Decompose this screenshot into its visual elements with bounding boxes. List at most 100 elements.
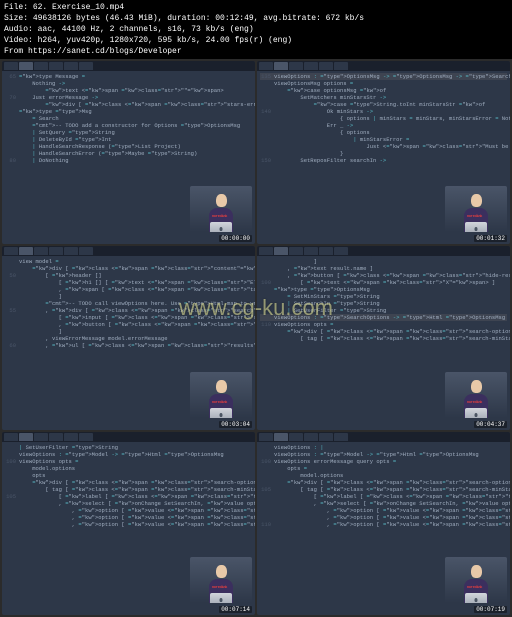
code-line: | HandleSearchError (="type">Maybe ="typ… bbox=[5, 150, 252, 157]
code-line: ] bbox=[5, 328, 252, 335]
laptop-icon bbox=[206, 222, 236, 232]
editor-tab[interactable] bbox=[274, 62, 288, 70]
code-line: , ="kw">option [ ="kw">value <="kw">span… bbox=[5, 521, 252, 528]
laptop-icon bbox=[461, 408, 491, 418]
editor-tab[interactable] bbox=[64, 62, 78, 70]
editor-tab[interactable] bbox=[259, 433, 273, 441]
code-line: view model = bbox=[5, 258, 252, 265]
code-line: , ="kw">option [ ="kw">value <="kw">span… bbox=[260, 514, 507, 521]
editor-tab[interactable] bbox=[334, 247, 348, 255]
code-line: 140 Ok minStars -> bbox=[260, 108, 507, 115]
editor-tab[interactable] bbox=[34, 247, 48, 255]
code-line: | SetUserFilter ="type">String bbox=[260, 307, 507, 314]
editor-tab[interactable] bbox=[64, 247, 78, 255]
editor-tab[interactable] bbox=[319, 247, 333, 255]
code-line: , ="kw">select [ ="kw">onChange SetSearc… bbox=[5, 500, 252, 507]
editor-tab[interactable] bbox=[49, 247, 63, 255]
thumbnail-grid: 65="kw">type Message = Nothing -> ="kw">… bbox=[0, 59, 512, 617]
code-line: 110 , ="kw">option [ ="kw">value <="kw">… bbox=[260, 521, 507, 528]
thumbnail-5[interactable]: | SetUserFilter ="type">StringviewOption… bbox=[2, 432, 255, 615]
thumbnail-2[interactable]: 135viewOptions : ="type">OptionsMsg -> =… bbox=[257, 61, 510, 244]
editor-tab[interactable] bbox=[79, 62, 93, 70]
code-line: ="kw">case ="type">String.toInt minStars… bbox=[260, 101, 507, 108]
code-line: opts bbox=[5, 472, 252, 479]
editor-tab-bar bbox=[257, 61, 510, 71]
editor-tab[interactable] bbox=[34, 62, 48, 70]
thumbnail-1[interactable]: 65="kw">type Message = Nothing -> ="kw">… bbox=[2, 61, 255, 244]
thumbnail-4[interactable]: ] , ="kw">text result.name ] , ="kw">but… bbox=[257, 246, 510, 429]
code-line: viewOptions : ="type">Model -> ="type">H… bbox=[260, 451, 507, 458]
editor-tab[interactable] bbox=[64, 433, 78, 441]
editor-tab[interactable] bbox=[4, 433, 18, 441]
thumbnail-3[interactable]: view model = ="kw">div [ ="kw">class <="… bbox=[2, 246, 255, 429]
apple-logo-icon bbox=[220, 227, 223, 231]
code-area: ] , ="kw">text result.name ] , ="kw">but… bbox=[257, 256, 510, 344]
editor-tab[interactable] bbox=[49, 62, 63, 70]
code-line: , ="kw">select [ ="kw">onChange SetSearc… bbox=[260, 500, 507, 507]
editor-tab[interactable] bbox=[319, 433, 333, 441]
editor-tab[interactable] bbox=[304, 433, 318, 441]
presenter-video: noredink bbox=[190, 186, 252, 232]
editor-tab[interactable] bbox=[274, 433, 288, 441]
code-line: 65="kw">type Message = bbox=[5, 73, 252, 80]
code-line: 135viewOptions : ="type">OptionsMsg -> =… bbox=[260, 73, 507, 80]
editor-tab[interactable] bbox=[304, 247, 318, 255]
editor-tab[interactable] bbox=[259, 247, 273, 255]
media-info-header: File: 62. Exercise_10.mp4 Size: 49638126… bbox=[0, 0, 512, 59]
editor-tab[interactable] bbox=[274, 247, 288, 255]
code-line: 50 [ ="kw">header [] bbox=[5, 272, 252, 279]
editor-tab[interactable] bbox=[304, 62, 318, 70]
editor-tab[interactable] bbox=[79, 433, 93, 441]
code-line: [ tag [ ="kw">class <="kw">span ="kw">cl… bbox=[5, 486, 252, 493]
editor-tab[interactable] bbox=[19, 247, 33, 255]
editor-tab[interactable] bbox=[34, 433, 48, 441]
editor-tab[interactable] bbox=[259, 62, 273, 70]
thumbnail-6[interactable]: viewOptions : |viewOptions : ="type">Mod… bbox=[257, 432, 510, 615]
code-area: 65="kw">type Message = Nothing -> ="kw">… bbox=[2, 71, 255, 166]
timestamp-label: 00:07:19 bbox=[474, 606, 507, 613]
code-line: opts = bbox=[260, 465, 507, 472]
editor-tab[interactable] bbox=[19, 433, 33, 441]
editor-tab[interactable] bbox=[334, 433, 348, 441]
code-line: 60 , ="kw">ul [ ="kw">class <="kw">span … bbox=[5, 342, 252, 349]
code-line: 100viewOptions opts = bbox=[5, 458, 252, 465]
timestamp-label: 00:00:00 bbox=[219, 235, 252, 242]
editor-tab[interactable] bbox=[4, 62, 18, 70]
code-line: } bbox=[260, 150, 507, 157]
presenter-video: noredink bbox=[190, 372, 252, 418]
editor-tab[interactable] bbox=[289, 247, 303, 255]
code-line: ="kw">case optionsMsg ="kw">of bbox=[260, 87, 507, 94]
size-label: Size: bbox=[4, 14, 28, 23]
code-line: = Search bbox=[5, 115, 252, 122]
presenter-video: noredink bbox=[445, 372, 507, 418]
code-line: Err _ -> bbox=[260, 122, 507, 129]
code-line: | minStarsError = bbox=[260, 136, 507, 143]
code-line: 150 SetReposFilter searchIn -> bbox=[260, 157, 507, 164]
code-line: model.options bbox=[260, 472, 507, 479]
shirt-logo: noredink bbox=[212, 215, 227, 219]
editor-tab[interactable] bbox=[19, 62, 33, 70]
file-value: 62. Exercise_10.mp4 bbox=[33, 3, 124, 12]
apple-logo-icon bbox=[475, 598, 478, 602]
video-label: Video: bbox=[4, 36, 33, 45]
code-line: | SetUserFilter ="type">String bbox=[5, 444, 252, 451]
from-value: https://sanet.cd/blogs/Developer bbox=[28, 47, 182, 56]
timestamp-label: 00:04:37 bbox=[474, 421, 507, 428]
code-area: viewOptions : |viewOptions : ="type">Mod… bbox=[257, 442, 510, 530]
code-line: 100viewOptions errorMessage query opts = bbox=[260, 458, 507, 465]
code-line: ="kw">div [ ="kw">class <="kw">span ="kw… bbox=[260, 479, 507, 486]
editor-tab[interactable] bbox=[4, 247, 18, 255]
editor-tab[interactable] bbox=[319, 62, 333, 70]
editor-tab[interactable] bbox=[334, 62, 348, 70]
from-label: From bbox=[4, 47, 23, 56]
shirt-logo: noredink bbox=[467, 215, 482, 219]
code-line: ="kw">type ="type">Msg bbox=[5, 108, 252, 115]
editor-tab[interactable] bbox=[289, 433, 303, 441]
code-line: [ ="kw">h1 [] [ ="kw">text <="kw">span =… bbox=[5, 279, 252, 286]
code-line: model.options bbox=[5, 465, 252, 472]
presenter-video: noredink bbox=[190, 557, 252, 603]
code-line: = SetMinStars ="type">String bbox=[260, 293, 507, 300]
editor-tab[interactable] bbox=[289, 62, 303, 70]
editor-tab[interactable] bbox=[49, 433, 63, 441]
editor-tab[interactable] bbox=[79, 247, 93, 255]
